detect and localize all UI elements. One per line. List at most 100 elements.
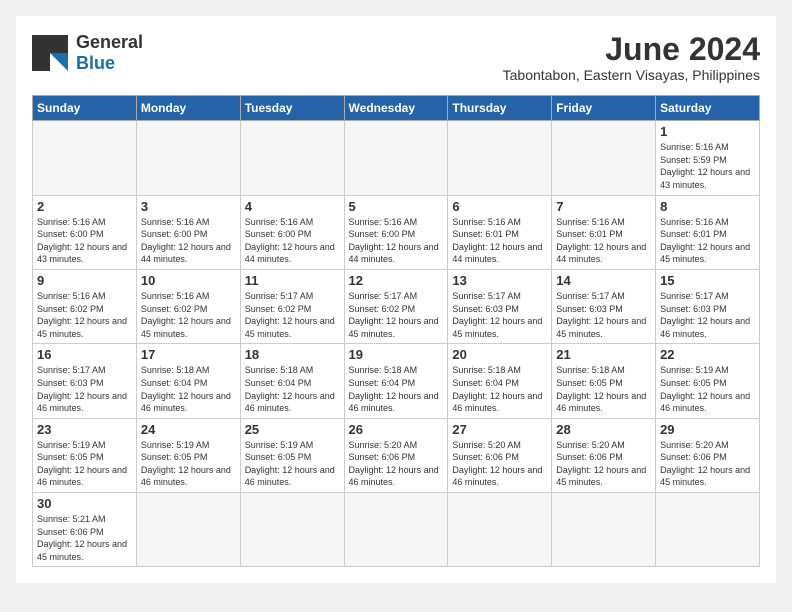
day-number: 12 xyxy=(349,273,444,288)
calendar-cell xyxy=(448,493,552,567)
day-number: 18 xyxy=(245,347,340,362)
day-number: 3 xyxy=(141,199,236,214)
day-info: Sunrise: 5:17 AM Sunset: 6:02 PM Dayligh… xyxy=(245,290,340,340)
day-number: 14 xyxy=(556,273,651,288)
day-info: Sunrise: 5:19 AM Sunset: 6:05 PM Dayligh… xyxy=(37,439,132,489)
calendar-cell xyxy=(552,121,656,195)
day-info: Sunrise: 5:19 AM Sunset: 6:05 PM Dayligh… xyxy=(141,439,236,489)
calendar-cell: 4 Sunrise: 5:16 AM Sunset: 6:00 PM Daylig… xyxy=(240,195,344,269)
calendar-cell: 21Sunrise: 5:18 AM Sunset: 6:05 PM Dayli… xyxy=(552,344,656,418)
calendar-cell: 24 Sunrise: 5:19 AM Sunset: 6:05 PM Dayli… xyxy=(136,418,240,492)
logo-text: General Blue xyxy=(76,32,143,74)
calendar-cell: 14 Sunrise: 5:17 AM Sunset: 6:03 PM Dayli… xyxy=(552,269,656,343)
day-number: 15 xyxy=(660,273,755,288)
calendar-cell: 6Sunrise: 5:16 AM Sunset: 6:01 PM Daylig… xyxy=(448,195,552,269)
location-title: Tabontabon, Eastern Visayas, Philippines xyxy=(503,67,760,83)
header-friday: Friday xyxy=(552,96,656,121)
calendar-cell xyxy=(344,121,448,195)
calendar-cell: 10 Sunrise: 5:16 AM Sunset: 6:02 PM Dayli… xyxy=(136,269,240,343)
calendar-cell: 13 Sunrise: 5:17 AM Sunset: 6:03 PM Dayli… xyxy=(448,269,552,343)
day-info: Sunrise: 5:18 AM Sunset: 6:04 PM Dayligh… xyxy=(452,364,547,414)
calendar-row-4: 23 Sunrise: 5:19 AM Sunset: 6:05 PM Dayli… xyxy=(33,418,760,492)
day-number: 4 xyxy=(245,199,340,214)
calendar-cell: 7 Sunrise: 5:16 AM Sunset: 6:01 PM Daylig… xyxy=(552,195,656,269)
day-number: 16 xyxy=(37,347,132,362)
calendar-cell: 18 Sunrise: 5:18 AM Sunset: 6:04 PM Dayli… xyxy=(240,344,344,418)
day-info: Sunrise: 5:16 AM Sunset: 6:02 PM Dayligh… xyxy=(37,290,132,340)
calendar-cell: 16 Sunrise: 5:17 AM Sunset: 6:03 PM Dayli… xyxy=(33,344,137,418)
calendar-cell: 15Sunrise: 5:17 AM Sunset: 6:03 PM Dayli… xyxy=(656,269,760,343)
day-info: Sunrise: 5:21 AM Sunset: 6:06 PM Dayligh… xyxy=(37,513,132,563)
day-info: Sunrise: 5:18 AM Sunset: 6:04 PM Dayligh… xyxy=(245,364,340,414)
day-info: Sunrise: 5:19 AM Sunset: 6:05 PM Dayligh… xyxy=(660,364,755,414)
day-info: Sunrise: 5:18 AM Sunset: 6:04 PM Dayligh… xyxy=(349,364,444,414)
calendar-cell: 28 Sunrise: 5:20 AM Sunset: 6:06 PM Dayli… xyxy=(552,418,656,492)
day-number: 8 xyxy=(660,199,755,214)
header: General Blue June 2024 Tabontabon, Easte… xyxy=(32,32,760,83)
day-number: 1 xyxy=(660,124,755,139)
day-number: 30 xyxy=(37,496,132,511)
calendar-cell: 29Sunrise: 5:20 AM Sunset: 6:06 PM Dayli… xyxy=(656,418,760,492)
calendar-cell xyxy=(240,493,344,567)
day-number: 23 xyxy=(37,422,132,437)
calendar-cell: 3Sunrise: 5:16 AM Sunset: 6:00 PM Daylig… xyxy=(136,195,240,269)
day-number: 27 xyxy=(452,422,547,437)
day-info: Sunrise: 5:16 AM Sunset: 6:00 PM Dayligh… xyxy=(349,216,444,266)
day-info: Sunrise: 5:17 AM Sunset: 6:03 PM Dayligh… xyxy=(37,364,132,414)
calendar-cell: 5 Sunrise: 5:16 AM Sunset: 6:00 PM Daylig… xyxy=(344,195,448,269)
day-number: 22 xyxy=(660,347,755,362)
day-info: Sunrise: 5:16 AM Sunset: 6:01 PM Dayligh… xyxy=(660,216,755,266)
day-number: 7 xyxy=(556,199,651,214)
day-info: Sunrise: 5:16 AM Sunset: 6:01 PM Dayligh… xyxy=(452,216,547,266)
day-number: 21 xyxy=(556,347,651,362)
day-number: 25 xyxy=(245,422,340,437)
day-info: Sunrise: 5:16 AM Sunset: 6:00 PM Dayligh… xyxy=(245,216,340,266)
calendar-cell xyxy=(552,493,656,567)
calendar-cell xyxy=(136,493,240,567)
day-info: Sunrise: 5:17 AM Sunset: 6:02 PM Dayligh… xyxy=(349,290,444,340)
day-info: Sunrise: 5:16 AM Sunset: 6:02 PM Dayligh… xyxy=(141,290,236,340)
calendar-row-2: 9Sunrise: 5:16 AM Sunset: 6:02 PM Daylig… xyxy=(33,269,760,343)
calendar-cell xyxy=(33,121,137,195)
day-number: 26 xyxy=(349,422,444,437)
weekday-header-row: Sunday Monday Tuesday Wednesday Thursday… xyxy=(33,96,760,121)
header-saturday: Saturday xyxy=(656,96,760,121)
day-number: 13 xyxy=(452,273,547,288)
day-info: Sunrise: 5:17 AM Sunset: 6:03 PM Dayligh… xyxy=(556,290,651,340)
calendar-cell: 22 Sunrise: 5:19 AM Sunset: 6:05 PM Dayli… xyxy=(656,344,760,418)
header-thursday: Thursday xyxy=(448,96,552,121)
day-info: Sunrise: 5:20 AM Sunset: 6:06 PM Dayligh… xyxy=(556,439,651,489)
calendar-cell: 9Sunrise: 5:16 AM Sunset: 6:02 PM Daylig… xyxy=(33,269,137,343)
day-info: Sunrise: 5:20 AM Sunset: 6:06 PM Dayligh… xyxy=(349,439,444,489)
day-info: Sunrise: 5:19 AM Sunset: 6:05 PM Dayligh… xyxy=(245,439,340,489)
calendar-cell: 17Sunrise: 5:18 AM Sunset: 6:04 PM Dayli… xyxy=(136,344,240,418)
calendar-cell: 12 Sunrise: 5:17 AM Sunset: 6:02 PM Dayli… xyxy=(344,269,448,343)
calendar-row-0: 1Sunrise: 5:16 AM Sunset: 5:59 PM Daylig… xyxy=(33,121,760,195)
header-monday: Monday xyxy=(136,96,240,121)
day-number: 24 xyxy=(141,422,236,437)
calendar-cell xyxy=(240,121,344,195)
day-number: 28 xyxy=(556,422,651,437)
calendar-cell xyxy=(656,493,760,567)
calendar-page: General Blue June 2024 Tabontabon, Easte… xyxy=(16,16,776,583)
calendar-cell xyxy=(344,493,448,567)
day-number: 5 xyxy=(349,199,444,214)
calendar-table: Sunday Monday Tuesday Wednesday Thursday… xyxy=(32,95,760,567)
day-info: Sunrise: 5:18 AM Sunset: 6:04 PM Dayligh… xyxy=(141,364,236,414)
header-wednesday: Wednesday xyxy=(344,96,448,121)
day-info: Sunrise: 5:16 AM Sunset: 6:01 PM Dayligh… xyxy=(556,216,651,266)
day-info: Sunrise: 5:17 AM Sunset: 6:03 PM Dayligh… xyxy=(452,290,547,340)
header-tuesday: Tuesday xyxy=(240,96,344,121)
header-right: June 2024 Tabontabon, Eastern Visayas, P… xyxy=(503,32,760,83)
day-number: 10 xyxy=(141,273,236,288)
header-sunday: Sunday xyxy=(33,96,137,121)
logo-blue-text: Blue xyxy=(76,53,143,74)
calendar-cell: 26 Sunrise: 5:20 AM Sunset: 6:06 PM Dayli… xyxy=(344,418,448,492)
calendar-cell: 30 Sunrise: 5:21 AM Sunset: 6:06 PM Dayli… xyxy=(33,493,137,567)
day-number: 19 xyxy=(349,347,444,362)
day-info: Sunrise: 5:20 AM Sunset: 6:06 PM Dayligh… xyxy=(452,439,547,489)
calendar-cell xyxy=(136,121,240,195)
calendar-cell: 8 Sunrise: 5:16 AM Sunset: 6:01 PM Daylig… xyxy=(656,195,760,269)
day-info: Sunrise: 5:16 AM Sunset: 6:00 PM Dayligh… xyxy=(37,216,132,266)
calendar-cell xyxy=(448,121,552,195)
